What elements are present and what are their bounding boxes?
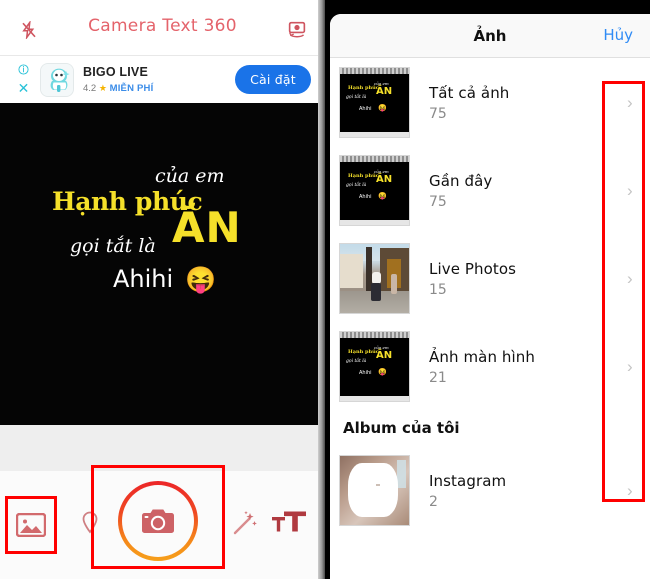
thumb-bottom-strip bbox=[340, 220, 409, 225]
thumb-text-4: ĂN bbox=[376, 86, 393, 97]
album-name: Instagram bbox=[429, 472, 507, 490]
album-name: Ảnh màn hình bbox=[429, 348, 536, 366]
thumb-text-3: gọi tắt là bbox=[346, 183, 367, 188]
ad-title: BIGO LIVE bbox=[83, 65, 149, 79]
close-icon[interactable]: ✕ bbox=[17, 81, 30, 95]
cancel-button[interactable]: Hủy bbox=[603, 26, 633, 44]
album-thumbnail: Hạnh phúc của em gọi tắt là ĂN Ahihi 😝 bbox=[339, 67, 410, 138]
overlay-text-line1-white: của em bbox=[155, 165, 225, 187]
album-thumbnail: Hạnh phúc của em gọi tắt là ĂN Ahihi 😝 bbox=[339, 331, 410, 402]
screenshot-root: Camera Text 360 ✕ BIGO LIVE 4.2 ★ MIỄN P… bbox=[0, 0, 650, 579]
text-size-icon[interactable] bbox=[272, 509, 306, 535]
thumb-emoji-icon: 😝 bbox=[378, 369, 387, 376]
section-title: Album của tôi bbox=[343, 419, 460, 437]
camera-preview[interactable]: Hạnh phúc của em gọi tắt là ĂN Ahihi 😝 bbox=[0, 103, 325, 425]
album-count: 75 bbox=[429, 194, 447, 210]
album-name: Tất cả ảnh bbox=[429, 84, 510, 102]
app-title: Camera Text 360 bbox=[88, 16, 237, 36]
thumb-emoji-icon: 😝 bbox=[378, 105, 387, 112]
thumb-text-5: Ahihi bbox=[359, 106, 372, 112]
camera-app-header: Camera Text 360 bbox=[0, 0, 325, 55]
page-title: Ảnh bbox=[473, 27, 507, 45]
overlay-emoji-icon: 😝 bbox=[185, 266, 217, 294]
album-count: 21 bbox=[429, 370, 447, 386]
star-icon: ★ bbox=[98, 83, 107, 93]
photo-picker-panel: Ảnh Hủy Hạnh phúc của em gọi tắt là ĂN Ahihi… bbox=[325, 0, 650, 579]
album-thumbnail: Hạnh phúc của em gọi tắt là ĂN Ahihi 😝 bbox=[339, 155, 410, 226]
chevron-column-highlight bbox=[602, 81, 645, 502]
album-thumbnail bbox=[339, 455, 410, 526]
overlay-text-line2-yellow: ĂN bbox=[172, 203, 242, 252]
ad-free-label: MIỄN PHÍ bbox=[109, 83, 154, 94]
meme-thumbnail-art: Hạnh phúc của em gọi tắt là ĂN Ahihi 😝 bbox=[340, 68, 409, 137]
ad-subtitle: 4.2 ★ MIỄN PHÍ bbox=[83, 83, 153, 94]
thumb-text-3: gọi tắt là bbox=[346, 359, 367, 364]
thumb-top-strip bbox=[340, 156, 409, 162]
shutter-button-highlight bbox=[91, 465, 225, 569]
thumb-bottom-strip bbox=[340, 396, 409, 401]
thumb-text-4: ĂN bbox=[376, 350, 393, 361]
ad-banner[interactable]: ✕ BIGO LIVE 4.2 ★ MIỄN PHÍ Cài đặt bbox=[0, 55, 325, 104]
ad-install-button[interactable]: Cài đặt bbox=[235, 65, 311, 94]
info-icon[interactable] bbox=[18, 64, 29, 75]
meme-thumbnail-art: Hạnh phúc của em gọi tắt là ĂN Ahihi 😝 bbox=[340, 332, 409, 401]
thumb-emoji-icon: 😝 bbox=[378, 193, 387, 200]
thumb-text-3: gọi tắt là bbox=[346, 95, 367, 100]
magic-wand-icon[interactable] bbox=[232, 510, 258, 536]
overlay-text-line2-white: gọi tắt là bbox=[70, 235, 156, 257]
thumb-text-4: ĂN bbox=[376, 174, 393, 185]
ad-rating: 4.2 bbox=[83, 83, 97, 94]
thumb-text-5: Ahihi bbox=[359, 194, 372, 200]
panel-divider bbox=[318, 0, 325, 579]
instagram-thumbnail-art bbox=[340, 456, 409, 525]
thumb-bottom-strip bbox=[340, 132, 409, 137]
album-name: Live Photos bbox=[429, 260, 517, 278]
album-thumbnail bbox=[339, 243, 410, 314]
thumb-top-strip bbox=[340, 68, 409, 74]
ad-app-icon bbox=[40, 63, 74, 97]
thumb-top-strip bbox=[340, 332, 409, 338]
album-count: 15 bbox=[429, 282, 447, 298]
album-count: 2 bbox=[429, 494, 438, 510]
gallery-button-highlight bbox=[5, 496, 57, 554]
camera-flip-icon[interactable] bbox=[287, 21, 307, 39]
album-count: 75 bbox=[429, 106, 447, 122]
meme-thumbnail-art: Hạnh phúc của em gọi tắt là ĂN Ahihi 😝 bbox=[340, 156, 409, 225]
picker-nav-bar: Ảnh Hủy bbox=[330, 14, 650, 58]
overlay-text-line3: Ahihi bbox=[113, 265, 174, 293]
thumb-text-5: Ahihi bbox=[359, 370, 372, 376]
street-photo-thumbnail-art bbox=[340, 244, 409, 313]
camera-app-panel: Camera Text 360 ✕ BIGO LIVE 4.2 ★ MIỄN P… bbox=[0, 0, 325, 579]
album-name: Gần đây bbox=[429, 172, 493, 190]
